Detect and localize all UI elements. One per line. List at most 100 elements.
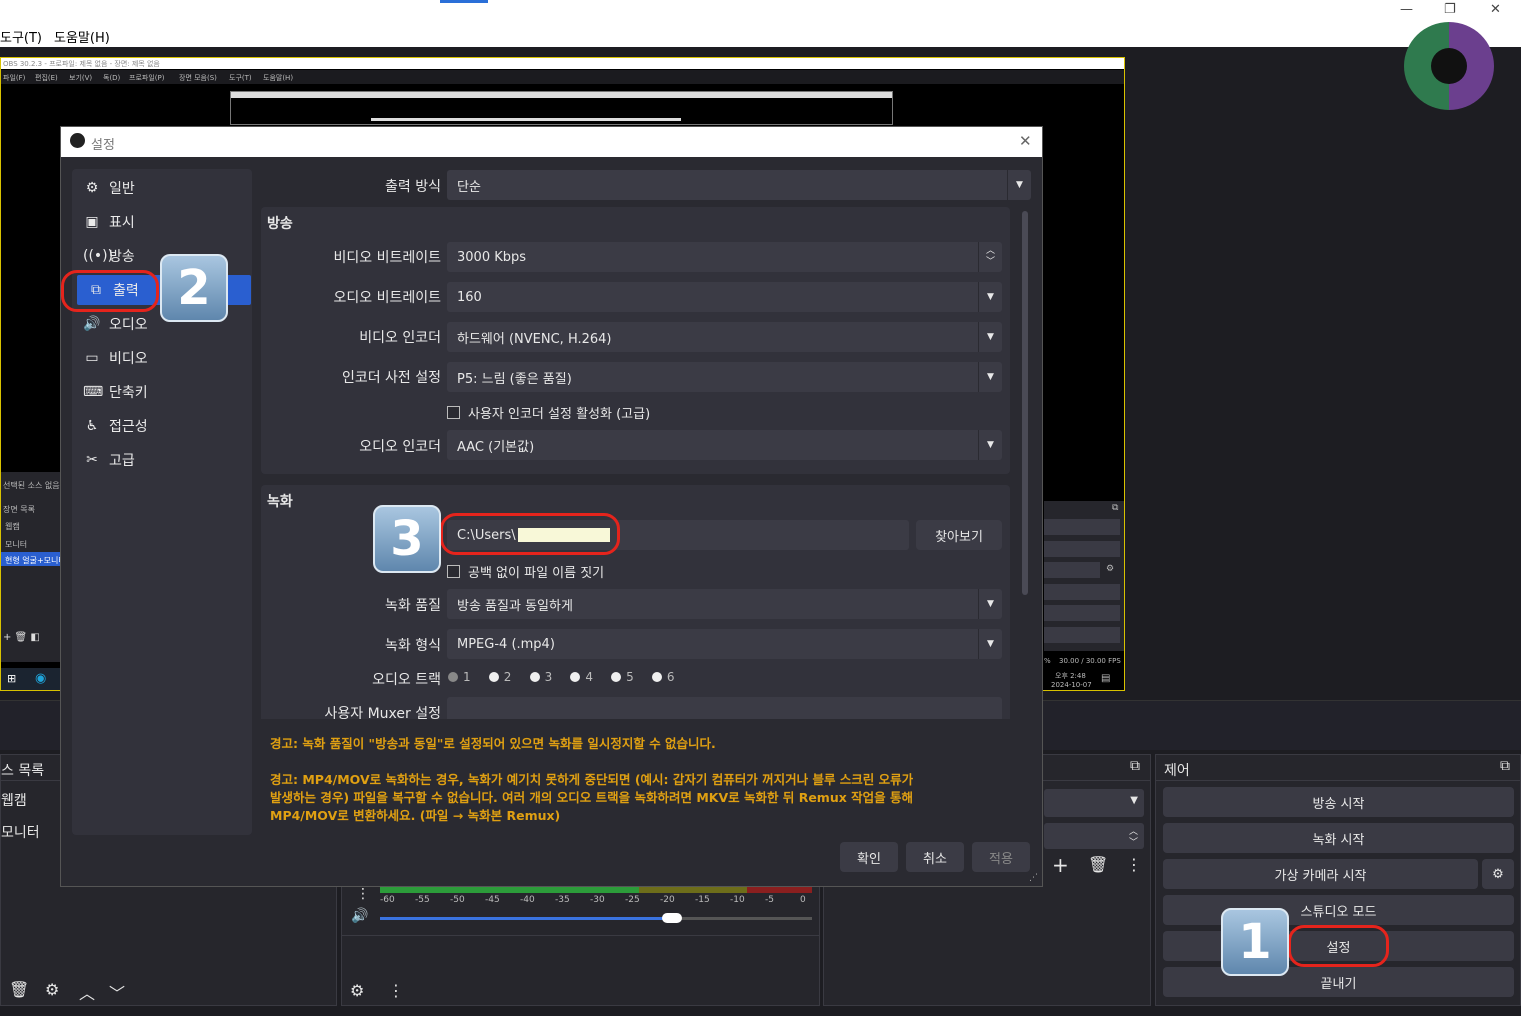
volume-slider-knob[interactable]: [661, 913, 682, 923]
settings-scrollbar[interactable]: [1021, 209, 1029, 719]
edge-icon[interactable]: ◉: [35, 671, 46, 686]
gear-icon[interactable]: ⚙: [45, 980, 59, 999]
video-encoder-select[interactable]: 하드웨어 (NVENC, H.264) ▼: [447, 322, 1002, 352]
nav-label: 방송: [109, 249, 135, 265]
remove-transition-icon[interactable]: 🗑: [1088, 855, 1108, 874]
title-accent: [440, 0, 488, 3]
duration-spinner[interactable]: ︿ ﹀: [1044, 823, 1144, 849]
scene-item-selected[interactable]: 현형 얼굴+모니터: [1, 552, 66, 566]
output-mode-value: 단순: [457, 179, 481, 195]
mixer-settings-icon[interactable]: ⚙: [350, 981, 364, 1000]
windows-icon[interactable]: ⊞: [7, 672, 16, 685]
source-item[interactable]: 웹캠: [1, 790, 27, 810]
custom-encoder-checkbox[interactable]: 사용자 인코더 설정 활성화 (고급): [447, 403, 650, 422]
radio-dot: [529, 672, 540, 682]
ok-button[interactable]: 확인: [840, 842, 898, 872]
dropdown-arrow-icon: ▼: [978, 589, 1002, 619]
scrollbar-thumb[interactable]: [1022, 211, 1028, 595]
radio-dot: [651, 672, 662, 682]
minimize-icon[interactable]: —: [1400, 2, 1413, 17]
nested-gear-icon[interactable]: ⚙: [1106, 564, 1114, 574]
annotation-outline-settings: [1288, 925, 1389, 967]
menu-help[interactable]: 도움말(H): [54, 27, 110, 46]
transition-more-icon[interactable]: ⋮: [1126, 855, 1142, 874]
encoder-preset-select[interactable]: P5: 느림 (좋은 품질) ▼: [447, 362, 1002, 392]
audio-encoder-select[interactable]: AAC (기본값) ▼: [447, 430, 1002, 460]
scene-item[interactable]: 모니터: [5, 539, 27, 550]
chevron-down-icon[interactable]: ﹀: [109, 980, 125, 1004]
mixer-menu-icon[interactable]: ⋮: [356, 886, 370, 902]
resize-grip-icon[interactable]: ⋰: [1029, 873, 1038, 883]
browse-button[interactable]: 찾아보기: [916, 520, 1002, 550]
audio-track-radio[interactable]: 5: [611, 670, 634, 684]
speaker-icon[interactable]: 🔊: [351, 908, 368, 924]
meter-scale-label: -15: [695, 895, 710, 905]
dock-float-icon[interactable]: ⧉: [1112, 503, 1118, 513]
source-item[interactable]: 모니터: [1, 822, 40, 842]
nav-video[interactable]: ▭ 비디오: [73, 343, 233, 373]
dock-float-icon[interactable]: ⧉: [1500, 758, 1510, 774]
encoder-preset-value: P5: 느림 (좋은 품질): [457, 371, 572, 387]
nav-accessibility[interactable]: ♿ 접근성: [73, 411, 233, 441]
meter-scale-label: -10: [730, 895, 745, 905]
add-transition-icon[interactable]: +: [1052, 853, 1069, 877]
exit-button[interactable]: 끝내기: [1163, 967, 1514, 997]
start-recording-button[interactable]: 녹화 시작: [1163, 823, 1514, 853]
start-streaming-button[interactable]: 방송 시작: [1163, 787, 1514, 817]
meter-scale-label: -35: [555, 895, 570, 905]
nav-advanced[interactable]: ✂ 고급: [73, 445, 233, 475]
nav-appearance[interactable]: ▣ 표시: [73, 207, 233, 237]
scene-item[interactable]: 웹캠: [5, 521, 20, 532]
taskbar: ⊞ ◉: [1, 668, 63, 690]
recording-format-value: MPEG-4 (.mp4): [457, 636, 555, 652]
audio-track-radio[interactable]: 2: [488, 670, 511, 684]
studio-mode-button[interactable]: 스튜디오 모드: [1163, 895, 1514, 925]
nested-menu-item: 프로파일(P): [129, 74, 165, 82]
audio-track-radio[interactable]: 4: [570, 670, 593, 684]
virtual-camera-gear-icon[interactable]: ⚙: [1482, 859, 1514, 889]
close-icon[interactable]: ✕: [1490, 2, 1501, 17]
output-mode-select[interactable]: 단순 ▼: [447, 170, 1031, 200]
meter-scale-label: -20: [660, 895, 675, 905]
spin-down-icon[interactable]: ﹀: [1129, 835, 1138, 848]
checkbox-box[interactable]: [447, 406, 460, 419]
stream-section-header: 방송: [267, 216, 293, 232]
warning-mp4-line1: 경고: MP4/MOV로 녹화하는 경우, 녹화가 예기치 못하게 중단되면 (…: [270, 772, 914, 787]
nested-fps: 30.00 / 30.00 FPS: [1059, 657, 1121, 665]
recording-format-select[interactable]: MPEG-4 (.mp4) ▼: [447, 629, 1002, 659]
warning-pause: 경고: 녹화 품질이 "방송과 동일"로 설정되어 있으면 녹화를 일시정지할 …: [270, 736, 716, 751]
video-encoder-label: 비디오 인코더: [359, 330, 441, 346]
nested-menu-item: 보기(V): [69, 74, 93, 82]
no-space-filename-checkbox[interactable]: 공백 없이 파일 이름 짓기: [447, 562, 604, 581]
annotation-badge-step2: 2: [160, 254, 228, 322]
audio-track-radio[interactable]: 3: [529, 670, 552, 684]
spinner-arrows-icon[interactable]: ︿ ﹀: [978, 242, 1002, 272]
start-virtual-camera-button[interactable]: 가상 카메라 시작: [1163, 859, 1478, 889]
audio-track-radio[interactable]: 1: [448, 670, 471, 684]
restore-icon[interactable]: ❐: [1444, 2, 1456, 17]
audio-bitrate-select[interactable]: 160 ▼: [447, 282, 1002, 312]
video-bitrate-label: 비디오 비트레이트: [333, 250, 442, 266]
volume-slider-track[interactable]: [380, 913, 812, 923]
trash-icon[interactable]: 🗑: [9, 980, 29, 999]
dock-float-icon[interactable]: ⧉: [1130, 758, 1140, 774]
clock-date: 2024-10-07: [1051, 681, 1092, 689]
video-bitrate-spinner[interactable]: 3000 Kbps ︿ ﹀: [447, 242, 1002, 272]
dialog-close-icon[interactable]: ✕: [1019, 132, 1032, 150]
audio-track-radio[interactable]: 6: [651, 670, 675, 684]
cancel-button[interactable]: 취소: [906, 842, 964, 872]
nav-hotkeys[interactable]: ⌨ 단축키: [73, 377, 233, 407]
chevron-up-icon[interactable]: ︿: [79, 980, 95, 1004]
notification-icon[interactable]: ▤: [1101, 673, 1110, 684]
checkbox-box[interactable]: [447, 565, 460, 578]
nested-control: [1044, 562, 1100, 578]
audio-track-radios: 1 2 3 4 5 6: [448, 670, 689, 686]
nav-general[interactable]: ⚙ 일반: [73, 173, 233, 203]
add-scene-icon[interactable]: + 🗑 ◧: [3, 632, 40, 643]
mixer-more-icon[interactable]: ⋮: [388, 981, 404, 1000]
transition-select[interactable]: ▼: [1044, 789, 1144, 817]
apply-button[interactable]: 적용: [972, 842, 1030, 872]
menu-tools[interactable]: 도구(T): [0, 27, 42, 46]
recording-quality-select[interactable]: 방송 품질과 동일하게 ▼: [447, 589, 1002, 619]
muxer-settings-input[interactable]: [447, 697, 1002, 719]
